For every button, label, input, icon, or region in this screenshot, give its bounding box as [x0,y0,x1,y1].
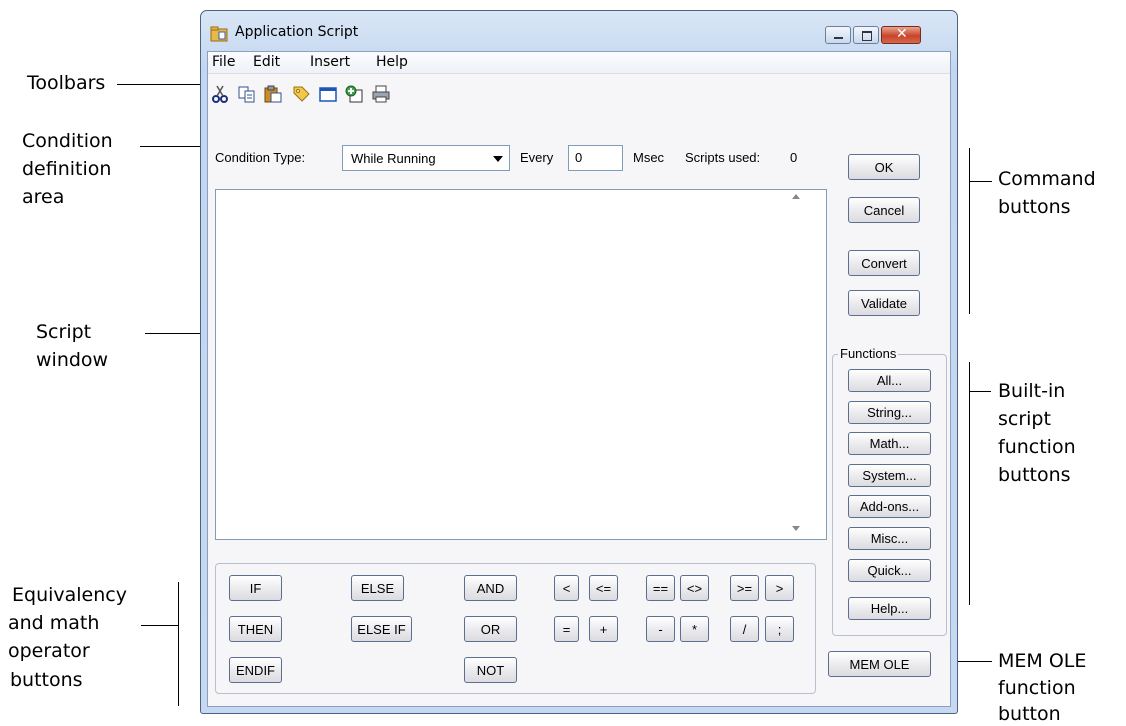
client-area: File Edit Insert Help Condition Type: Wh… [207,51,951,707]
annotation-equiv-4: buttons [10,669,83,691]
function-misc-button[interactable]: Misc... [848,527,931,550]
annotation-equiv-3: operator [8,640,90,662]
assign-button[interactable]: = [554,616,579,642]
annotation-line [141,625,178,626]
function-quick-button[interactable]: Quick... [848,559,931,582]
annotation-equiv-1: Equivalency [12,584,127,606]
menu-edit[interactable]: Edit [253,54,280,70]
condition-type-select[interactable]: While Running [342,145,510,171]
paste-icon[interactable] [263,84,283,104]
annotation-builtin-4: buttons [998,464,1071,486]
annotation-script-2: window [36,349,109,371]
maximize-icon [862,31,872,41]
annotation-memole-1: MEM OLE [998,650,1087,672]
annotation-script-1: Script [36,321,92,343]
less-than-button[interactable]: < [554,575,579,601]
condition-type-value: While Running [351,151,436,166]
endif-button[interactable]: ENDIF [229,657,282,683]
plus-button[interactable]: + [589,616,618,642]
close-icon: ✕ [896,26,908,42]
menu-help[interactable]: Help [376,54,408,70]
ok-button[interactable]: OK [848,154,920,180]
copy-icon[interactable] [237,84,257,104]
menu-file[interactable]: File [212,54,235,70]
scroll-up-icon[interactable] [792,194,800,199]
maximize-button[interactable] [853,26,879,44]
scroll-down-icon[interactable] [792,526,800,531]
validate-button[interactable]: Validate [848,290,920,316]
else-if-button[interactable]: ELSE IF [351,616,412,642]
convert-button[interactable]: Convert [848,250,920,276]
annotation-condition-3: area [22,186,65,208]
msec-label: Msec [633,150,665,165]
functions-group-title: Functions [838,346,899,361]
window-icon[interactable] [318,84,338,104]
not-button[interactable]: NOT [464,657,517,683]
else-button[interactable]: ELSE [351,575,404,601]
insert-object-icon[interactable] [344,84,364,104]
print-icon[interactable] [371,84,391,104]
every-interval-input[interactable]: 0 [568,145,623,171]
condition-type-label: Condition Type: [215,150,306,165]
annotation-line [969,391,991,392]
script-editor[interactable] [215,189,827,540]
and-button[interactable]: AND [464,575,517,601]
mem-ole-button[interactable]: MEM OLE [828,651,931,677]
minimize-icon [834,37,843,39]
semicolon-button[interactable]: ; [765,616,794,642]
every-label: Every [520,150,554,165]
annotation-line [969,181,992,182]
then-button[interactable]: THEN [229,616,282,642]
annotation-equiv-2: and math [8,612,100,634]
annotation-memole-2: function [998,677,1076,699]
divide-button[interactable]: / [730,616,759,642]
chevron-down-icon [493,156,503,162]
less-equal-button[interactable]: <= [589,575,618,601]
minus-button[interactable]: - [646,616,675,642]
annotation-condition-2: definition [22,158,112,180]
multiply-button[interactable]: * [680,616,709,642]
function-string-button[interactable]: String... [848,401,931,424]
annotation-condition-1: Condition [22,130,113,152]
function-addons-button[interactable]: Add-ons... [848,495,931,518]
tag-icon[interactable] [291,84,311,104]
function-math-button[interactable]: Math... [848,432,931,455]
if-button[interactable]: IF [229,575,282,601]
function-help-button[interactable]: Help... [848,597,931,620]
greater-than-button[interactable]: > [765,575,794,601]
greater-equal-button[interactable]: >= [730,575,759,601]
script-app-icon [210,26,228,42]
menu-bar: File Edit Insert Help [208,52,950,74]
annotation-line [969,362,970,605]
close-button[interactable]: ✕ [881,26,921,44]
function-system-button[interactable]: System... [848,464,931,487]
menu-insert[interactable]: Insert [310,54,350,70]
scripts-used-value: 0 [790,150,798,165]
annotation-builtin-2: script [998,408,1051,430]
cancel-button[interactable]: Cancel [848,197,920,223]
minimize-button[interactable] [825,26,851,44]
annotation-command-1: Command [998,168,1096,190]
not-equal-button[interactable]: <> [680,575,709,601]
annotation-command-2: buttons [998,196,1071,218]
scripts-used-label: Scripts used: [685,150,761,165]
cut-icon[interactable] [211,84,231,104]
equal-equal-button[interactable]: == [646,575,675,601]
annotation-line [140,146,207,147]
annotation-toolbars: Toolbars [27,72,106,94]
annotation-builtin-3: function [998,436,1076,458]
function-all-button[interactable]: All... [848,369,931,392]
title-bar[interactable]: Application Script ✕ [201,11,957,51]
annotation-line [969,148,970,314]
application-script-window: Application Script ✕ File Edit Insert He… [200,10,958,714]
annotation-line [117,84,202,85]
annotation-builtin-1: Built-in [998,380,1066,402]
annotation-memole-3: button [998,703,1061,725]
or-button[interactable]: OR [464,616,517,642]
window-title: Application Script [235,24,359,40]
annotation-line [178,582,179,706]
